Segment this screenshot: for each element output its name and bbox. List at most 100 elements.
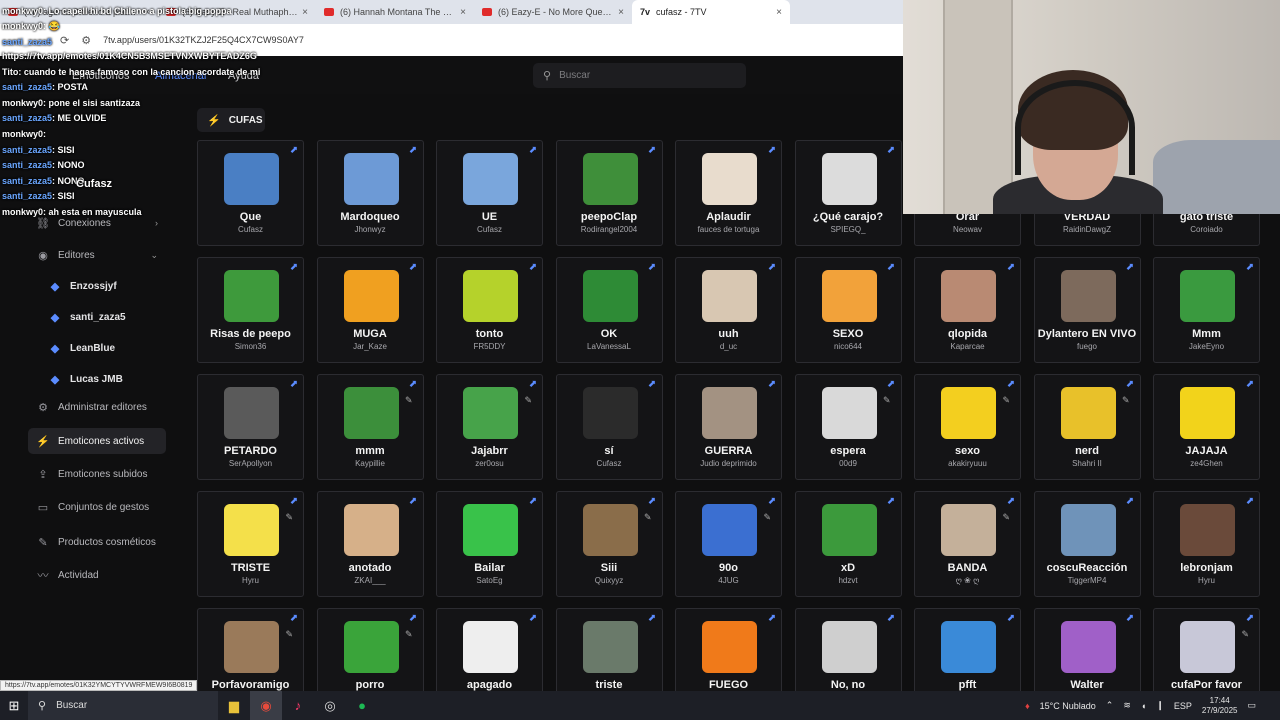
- sidebar-item[interactable]: ⚡ Emoticones activos: [28, 428, 166, 454]
- pin-icon[interactable]: ⬆: [525, 261, 539, 275]
- pin-icon[interactable]: ⬆: [405, 495, 419, 509]
- site-info-icon[interactable]: ⚙: [81, 34, 91, 47]
- spotify-icon[interactable]: ●: [346, 691, 378, 720]
- pin-icon[interactable]: ⬆: [764, 612, 778, 626]
- emote-card[interactable]: ⬆ GUERRA Judio deprimido: [675, 374, 782, 480]
- emote-card[interactable]: ⬆ Mmm JakeEyno: [1153, 257, 1260, 363]
- emote-card[interactable]: ⬆ SEXO nico644: [794, 257, 902, 363]
- browser-tab[interactable]: (mr) agonia Chileno a pistola big - Big …: [0, 0, 158, 24]
- taskbar-search[interactable]: ⚲ Buscar: [28, 691, 218, 720]
- tiktok-icon[interactable]: ♪: [282, 691, 314, 720]
- pin-icon[interactable]: ⬆: [525, 495, 539, 509]
- pin-icon[interactable]: ⬆: [286, 495, 300, 509]
- sidebar-editor-item[interactable]: ◆ Lucas JMB: [40, 366, 178, 392]
- emote-card[interactable]: ⬆ Dylantero EN VIVO fuego: [1033, 257, 1141, 363]
- emote-card[interactable]: ⬆ lebronjam Hyru: [1153, 491, 1260, 597]
- pin-icon[interactable]: ⬆: [883, 144, 897, 158]
- tray-chevron-icon[interactable]: ⌃: [1106, 700, 1114, 711]
- browser-tab[interactable]: (6) Hannah Montana The Movie ×: [316, 0, 474, 24]
- emote-card[interactable]: ⬆ coscuReacción TiggerMP4: [1033, 491, 1141, 597]
- emote-card[interactable]: ⬆ 90o 4JUG ✎: [675, 491, 782, 597]
- pin-icon[interactable]: ⬆: [1003, 378, 1017, 392]
- pin-icon[interactable]: ⬆: [405, 612, 419, 626]
- emote-card[interactable]: ⬆ nerd Shahri II ✎: [1033, 374, 1141, 480]
- pencil-icon[interactable]: ✎: [524, 395, 532, 406]
- sidebar-editor-item[interactable]: ◆ santi_zaza5: [40, 304, 178, 330]
- emote-card[interactable]: ⬆ MUGA Jar_Kaze: [316, 257, 424, 363]
- emote-card[interactable]: ⬆ anotado ZKAI___: [316, 491, 424, 597]
- sidebar-editor-item[interactable]: ◆ LeanBlue: [40, 335, 178, 361]
- pencil-icon[interactable]: ✎: [285, 512, 293, 523]
- weather-text[interactable]: 15°C Nublado: [1040, 701, 1096, 711]
- emote-card[interactable]: ⬆ sexo akakiryuuu ✎: [914, 374, 1021, 480]
- address-bar[interactable]: ⟳ ⚙ 7tv.app/users/01K32TKZJ2F25Q4CX7CW9S…: [0, 24, 903, 56]
- emote-card[interactable]: ⬆ xD hdzvt: [794, 491, 902, 597]
- windows-start-icon[interactable]: ⊞: [0, 698, 28, 714]
- sidebar-item-conexiones[interactable]: ⛓ Conexiones ›: [28, 210, 166, 236]
- pin-icon[interactable]: ⬆: [764, 261, 778, 275]
- pin-icon[interactable]: ⬆: [644, 495, 658, 509]
- pin-icon[interactable]: ⬆: [1003, 612, 1017, 626]
- pin-icon[interactable]: ⬆: [1242, 261, 1256, 275]
- sidebar-item[interactable]: 〰 Actividad: [28, 562, 166, 588]
- emote-card[interactable]: ⬆ qlopida Kaparcae: [914, 257, 1021, 363]
- pin-icon[interactable]: ⬆: [525, 378, 539, 392]
- pin-icon[interactable]: ⬆: [1242, 612, 1256, 626]
- emote-card[interactable]: ⬆ TRISTE Hyru ✎: [197, 491, 304, 597]
- pencil-icon[interactable]: ✎: [883, 395, 891, 406]
- pin-icon[interactable]: ⬆: [525, 144, 539, 158]
- pin-icon[interactable]: ⬆: [1242, 495, 1256, 509]
- emote-card[interactable]: ⬆ Jajabrr zer0osu ✎: [436, 374, 543, 480]
- file-explorer-icon[interactable]: ▆: [218, 691, 250, 720]
- pin-icon[interactable]: ⬆: [644, 612, 658, 626]
- emote-card[interactable]: ⬆ ¿Qué carajo? SPIEGQ_: [794, 140, 902, 246]
- emote-card[interactable]: ⬆ espera 00d9 ✎: [794, 374, 902, 480]
- sidebar-item[interactable]: ✎ Productos cosméticos: [28, 529, 166, 555]
- pencil-icon[interactable]: ✎: [644, 512, 652, 523]
- emote-card[interactable]: ⬆ tonto FR5DDY: [436, 257, 543, 363]
- close-icon[interactable]: ×: [776, 7, 782, 18]
- pin-icon[interactable]: ⬆: [644, 378, 658, 392]
- emote-set-badge[interactable]: ⚡ CUFAS: [197, 108, 265, 132]
- emote-card[interactable]: ⬆ uuh d_uc: [675, 257, 782, 363]
- pin-icon[interactable]: ⬆: [764, 378, 778, 392]
- pin-icon[interactable]: ⬆: [883, 261, 897, 275]
- clock[interactable]: 17:44 27/9/2025: [1202, 696, 1238, 716]
- emote-card[interactable]: ⬆ Bailar SatoEg: [436, 491, 543, 597]
- emote-card[interactable]: ⬆ mmm Kaypillie ✎: [316, 374, 424, 480]
- reload-icon[interactable]: ⟳: [60, 34, 69, 47]
- emote-card[interactable]: ⬆ Mardoqueo Jhonwyz: [316, 140, 424, 246]
- sidebar-item[interactable]: ⚙ Administrar editores: [28, 394, 166, 420]
- sidebar-item[interactable]: ▭ Conjuntos de gestos: [28, 494, 166, 520]
- obs-icon[interactable]: ◎: [314, 691, 346, 720]
- mic-icon[interactable]: ❙: [1156, 700, 1164, 711]
- pin-icon[interactable]: ⬆: [286, 612, 300, 626]
- pin-icon[interactable]: ⬆: [764, 495, 778, 509]
- emote-card[interactable]: ⬆ Risas de peepo Simon36: [197, 257, 304, 363]
- chrome-icon[interactable]: ◉: [250, 691, 282, 720]
- pin-icon[interactable]: ⬆: [644, 144, 658, 158]
- pin-icon[interactable]: ⬆: [1003, 495, 1017, 509]
- pencil-icon[interactable]: ✎: [1002, 512, 1010, 523]
- close-icon[interactable]: ×: [460, 7, 466, 18]
- pin-icon[interactable]: ⬆: [1003, 261, 1017, 275]
- emote-card[interactable]: ⬆ BANDA ღ ❀ ღ ✎: [914, 491, 1021, 597]
- pencil-icon[interactable]: ✎: [763, 512, 771, 523]
- close-icon[interactable]: ×: [618, 7, 624, 18]
- sidebar-editor-item[interactable]: ◆ Enzossjyf: [40, 273, 178, 299]
- emote-card[interactable]: ⬆ sí Cufasz: [555, 374, 663, 480]
- pin-icon[interactable]: ⬆: [405, 144, 419, 158]
- url-text[interactable]: 7tv.app/users/01K32TKZJ2F25Q4CX7CW9S0AY7: [103, 35, 304, 45]
- pencil-icon[interactable]: ✎: [1122, 395, 1130, 406]
- pencil-icon[interactable]: ✎: [405, 629, 413, 640]
- pin-icon[interactable]: ⬆: [1122, 612, 1136, 626]
- emote-card[interactable]: ⬆ OK LaVanessaL: [555, 257, 663, 363]
- pin-icon[interactable]: ⬆: [1122, 378, 1136, 392]
- pencil-icon[interactable]: ✎: [1241, 629, 1249, 640]
- browser-tab[interactable]: (6) Eazy-E - No More Question's ×: [474, 0, 632, 24]
- pin-icon[interactable]: ⬆: [286, 378, 300, 392]
- pin-icon[interactable]: ⬆: [644, 261, 658, 275]
- nav-store[interactable]: Almacenar: [155, 70, 208, 82]
- wifi-icon[interactable]: ≋: [1123, 700, 1131, 711]
- sidebar-item[interactable]: ⇪ Emoticones subidos: [28, 461, 166, 487]
